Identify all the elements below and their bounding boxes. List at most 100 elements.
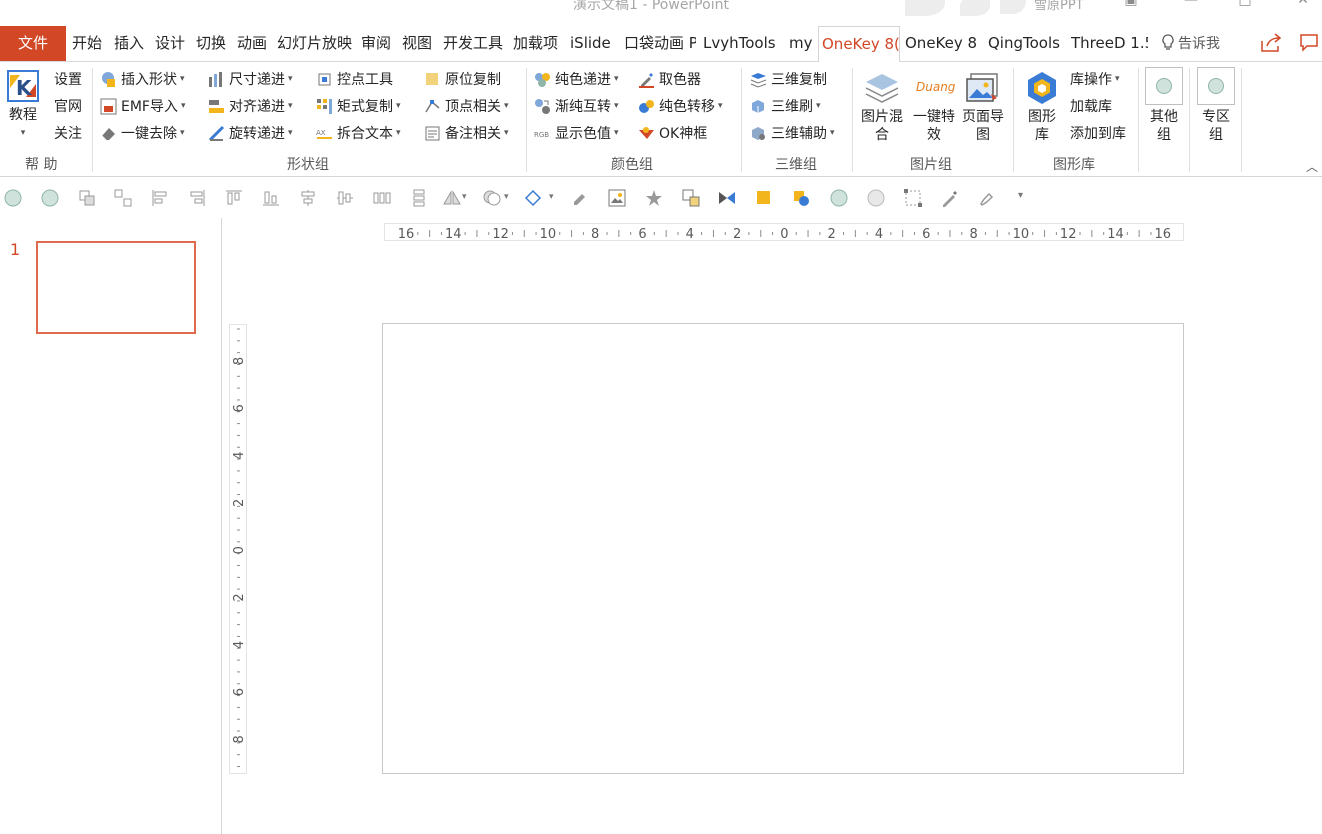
3d-copy-button[interactable]: 三维复制 — [750, 67, 827, 91]
svg-text:RGB: RGB — [534, 131, 549, 139]
align-middle-icon[interactable] — [335, 188, 355, 208]
slide-editing-canvas[interactable] — [382, 323, 1184, 774]
insert-picture-icon[interactable] — [607, 188, 627, 208]
follow-button[interactable]: 关注 — [54, 121, 82, 145]
align-right-icon[interactable] — [187, 188, 207, 208]
align-progression-button[interactable]: 对齐递进 ▾ — [208, 94, 293, 118]
crop-icon[interactable] — [681, 188, 701, 208]
user-name[interactable]: 雪原PPT — [1034, 0, 1084, 13]
align-center-icon[interactable] — [298, 188, 318, 208]
color-picker-button[interactable]: 取色器 — [638, 67, 701, 91]
gradient-solid-convert-button[interactable]: 渐纯互转 ▾ — [534, 94, 619, 118]
slide-thumbnail[interactable] — [36, 241, 196, 334]
tab-my[interactable]: my — [789, 26, 815, 62]
shape-combo-icon[interactable] — [791, 188, 811, 208]
ungroup-icon[interactable] — [113, 188, 133, 208]
tab-design[interactable]: 设计 — [155, 26, 191, 62]
merge-shapes-icon[interactable] — [482, 188, 502, 208]
chevron-down-icon[interactable]: ▾ — [462, 192, 467, 202]
tab-review[interactable]: 审阅 — [361, 26, 397, 62]
comment-icon[interactable] — [1299, 33, 1319, 53]
tab-transitions[interactable]: 切换 — [196, 26, 232, 62]
collapse-ribbon-icon[interactable]: ︿ — [1306, 158, 1318, 175]
ruler-label: 16 — [398, 227, 415, 242]
customize-toolbar-icon[interactable]: ▾ — [1018, 190, 1023, 201]
align-bottom-icon[interactable] — [261, 188, 281, 208]
media-icon[interactable] — [717, 188, 737, 208]
align-top-icon[interactable] — [224, 188, 244, 208]
split-merge-text-button[interactable]: AX 拆合文本 ▾ — [316, 121, 401, 145]
tell-me-search[interactable]: 告诉我 — [1162, 26, 1220, 62]
show-color-value-button[interactable]: RGB 显示色值 ▾ — [534, 121, 619, 145]
distribute-vertical-icon[interactable] — [409, 188, 429, 208]
one-click-effects-button[interactable]: Duang 一键特 效 — [910, 70, 958, 144]
share-icon[interactable] — [1260, 33, 1282, 53]
tab-qingtools[interactable]: QingTools — [988, 26, 1066, 62]
3d-brush-button[interactable]: 三维刷 ▾ — [750, 94, 821, 118]
distribute-horizontal-icon[interactable] — [372, 188, 392, 208]
align-left-icon[interactable] — [150, 188, 170, 208]
tab-pocket-animation[interactable]: 口袋动画 P — [624, 26, 696, 62]
tab-home[interactable]: 开始 — [72, 26, 108, 62]
handle-tool-button[interactable]: 控点工具 — [316, 67, 393, 91]
minimize-icon[interactable]: — — [1180, 0, 1202, 12]
shape-library-button[interactable]: 图形 库 — [1020, 70, 1064, 144]
tab-view[interactable]: 视图 — [402, 26, 438, 62]
group-shapes-icon[interactable] — [77, 188, 97, 208]
star-effect-icon[interactable] — [644, 188, 664, 208]
edit-points-icon[interactable] — [903, 188, 923, 208]
solid-color-progression-button[interactable]: 纯色递进 ▾ — [534, 67, 619, 91]
tab-onekey8-active[interactable]: OneKey 8( — [818, 26, 900, 63]
circle-icon[interactable] — [40, 188, 60, 208]
picture-blend-button[interactable]: 图片混 合 — [858, 70, 906, 144]
other-group-button[interactable]: 其他 组 — [1143, 108, 1185, 144]
chevron-down-icon[interactable]: ▾ — [549, 192, 554, 202]
ribbon-display-options-icon[interactable]: ▣ — [1120, 0, 1142, 12]
maximize-icon[interactable]: □ — [1234, 0, 1256, 12]
horizontal-ruler[interactable]: 16 14 12 10 8 6 4 2 0 2 4 6 8 10 12 14 16 — [384, 223, 1184, 242]
format-painter-icon[interactable] — [570, 188, 590, 208]
tab-onekey8[interactable]: OneKey 8 — [905, 26, 981, 62]
insert-shape-button[interactable]: 插入形状 ▾ — [100, 67, 185, 91]
tab-insert[interactable]: 插入 — [114, 26, 150, 62]
library-operations-button[interactable]: 库操作 ▾ — [1070, 67, 1120, 91]
brush-icon[interactable] — [977, 188, 997, 208]
load-library-button[interactable]: 加载库 — [1070, 94, 1112, 118]
tab-islide[interactable]: iSlide — [570, 26, 616, 62]
color-circles-icon — [535, 72, 550, 87]
tab-threed[interactable]: ThreeD 1.5 — [1071, 26, 1148, 62]
add-to-library-button[interactable]: 添加到库 — [1070, 121, 1126, 145]
vertical-ruler[interactable]: 8 6 4 2 0 2 4 6 8 — [229, 324, 247, 774]
circle-gray-icon[interactable] — [866, 188, 886, 208]
tab-animations[interactable]: 动画 — [237, 26, 273, 62]
matrix-copy-button[interactable]: 矩式复制 ▾ — [316, 94, 401, 118]
tutorial-button[interactable]: K 教程 ▾ — [4, 68, 42, 142]
in-place-copy-button[interactable]: 原位复制 — [424, 67, 501, 91]
eyedropper-icon[interactable] — [940, 188, 960, 208]
solid-color-transfer-button[interactable]: 纯色转移 ▾ — [638, 94, 723, 118]
tab-addins[interactable]: 加载项 — [513, 26, 563, 62]
circle-icon[interactable] — [3, 188, 23, 208]
tab-developer[interactable]: 开发工具 — [443, 26, 507, 62]
3d-assist-button[interactable]: 三维辅助 ▾ — [750, 121, 835, 145]
page-map-button[interactable]: 页面导 图 — [958, 70, 1008, 144]
close-icon[interactable]: ✕ — [1292, 0, 1314, 12]
tab-lvyhtools[interactable]: LvyhTools — [703, 26, 783, 62]
settings-button[interactable]: 设置 — [54, 67, 82, 91]
flip-icon[interactable] — [442, 188, 462, 208]
circle-icon[interactable] — [829, 188, 849, 208]
ok-frame-button[interactable]: OK神框 — [638, 121, 707, 145]
emf-import-button[interactable]: EMF导入 ▾ — [100, 94, 186, 118]
one-click-remove-button[interactable]: 一键去除 ▾ — [100, 121, 185, 145]
tab-file[interactable]: 文件 — [0, 26, 66, 61]
rotate-progression-button[interactable]: 旋转递进 ▾ — [208, 121, 293, 145]
notes-related-button[interactable]: 备注相关 ▾ — [424, 121, 509, 145]
tab-slideshow[interactable]: 幻灯片放映 — [277, 26, 357, 62]
edit-shape-icon[interactable] — [523, 188, 543, 208]
special-zone-button[interactable]: 专区 组 — [1195, 108, 1237, 144]
size-progression-button[interactable]: 尺寸递进 ▾ — [208, 67, 293, 91]
chevron-down-icon[interactable]: ▾ — [504, 192, 509, 202]
website-button[interactable]: 官网 — [54, 94, 82, 118]
vertex-related-button[interactable]: 顶点相关 ▾ — [424, 94, 509, 118]
square-shape-icon[interactable] — [754, 188, 774, 208]
